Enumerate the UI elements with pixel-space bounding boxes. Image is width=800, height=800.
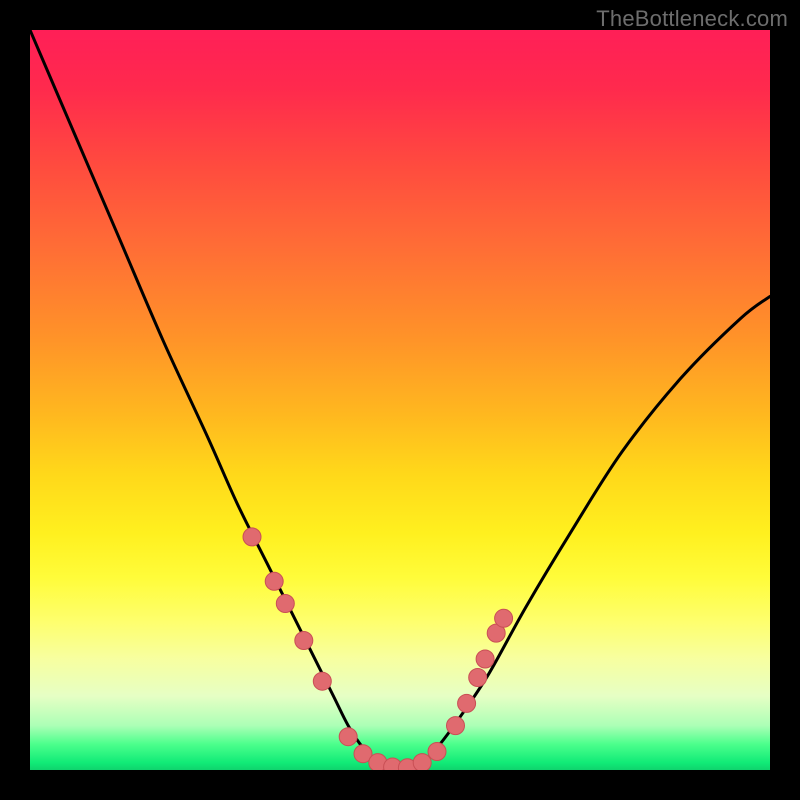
marker-dot bbox=[469, 669, 487, 687]
marker-group bbox=[243, 528, 513, 770]
marker-dot bbox=[276, 595, 294, 613]
marker-dot bbox=[313, 672, 331, 690]
bottleneck-curve bbox=[30, 30, 770, 770]
marker-dot bbox=[495, 609, 513, 627]
marker-dot bbox=[476, 650, 494, 668]
watermark-text: TheBottleneck.com bbox=[596, 6, 788, 32]
marker-dot bbox=[243, 528, 261, 546]
chart-frame: TheBottleneck.com bbox=[0, 0, 800, 800]
marker-dot bbox=[339, 728, 357, 746]
marker-dot bbox=[413, 754, 431, 770]
marker-dot bbox=[428, 743, 446, 761]
marker-dot bbox=[265, 572, 283, 590]
plot-area bbox=[30, 30, 770, 770]
marker-dot bbox=[447, 717, 465, 735]
marker-dot bbox=[458, 694, 476, 712]
marker-dot bbox=[295, 632, 313, 650]
curve-layer bbox=[30, 30, 770, 770]
